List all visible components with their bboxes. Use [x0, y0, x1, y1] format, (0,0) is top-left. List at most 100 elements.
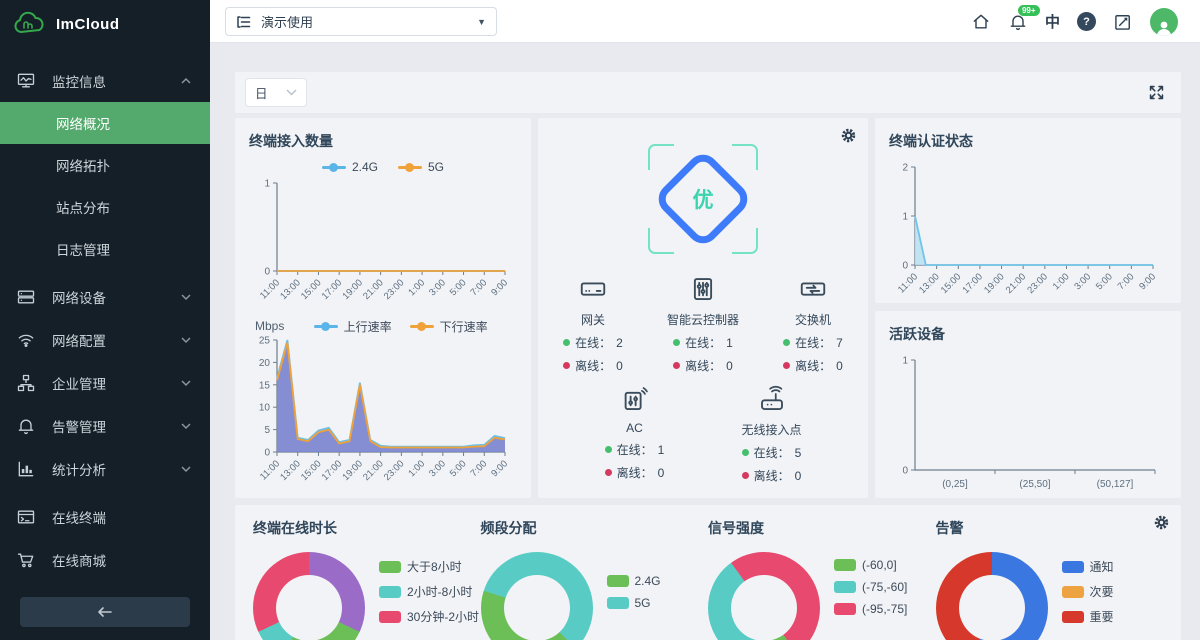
svg-text:13:00: 13:00 — [917, 271, 942, 296]
topbar: 演示使用 ▼ 99+ 中 ? — [210, 0, 1200, 43]
sidebar-item-online-store[interactable]: 在线商城 — [0, 538, 210, 581]
legend-item[interactable]: 30分钟-2小时 — [379, 608, 479, 625]
legend-item-downlink[interactable]: 下行速率 — [410, 318, 488, 335]
scene-selector-dropdown[interactable]: 演示使用 ▼ — [225, 7, 497, 36]
svg-text:2: 2 — [902, 163, 908, 174]
chart-title: 终端认证状态 — [889, 131, 1167, 151]
sidebar-item-alarm-management[interactable]: 告警管理 — [0, 404, 210, 447]
device-cloud-controller: 智能云控制器 在线：1 离线：0 — [648, 274, 758, 374]
legend-item-uplink[interactable]: 上行速率 — [314, 318, 392, 335]
legend-item[interactable]: 2.4G — [607, 574, 661, 588]
sidebar-item-log-management[interactable]: 日志管理 — [0, 228, 210, 270]
ac-icon — [620, 384, 650, 414]
chart-title: 信号强度 — [708, 518, 936, 538]
chevron-down-icon — [180, 463, 192, 475]
legend-item[interactable]: 通知 — [1062, 558, 1114, 575]
svg-text:1: 1 — [902, 212, 908, 223]
gear-icon[interactable] — [1153, 514, 1170, 531]
svg-text:20: 20 — [259, 358, 271, 369]
svg-text:0: 0 — [264, 448, 270, 459]
distribution-card: 终端在线时长 大于8小时 2小时-8小时 30分钟-2小时 频段分配 — [235, 505, 1181, 640]
svg-text:21:00: 21:00 — [361, 458, 386, 483]
health-grade-indicator: 优 — [644, 140, 762, 258]
sidebar-item-enterprise-management[interactable]: 企业管理 — [0, 361, 210, 404]
svg-text:11:00: 11:00 — [258, 458, 282, 482]
signal-strength-donut — [708, 552, 820, 640]
feedback-edit-icon[interactable] — [1113, 12, 1133, 32]
sidebar-collapse-button[interactable] — [20, 597, 190, 627]
help-button[interactable]: ? — [1077, 12, 1096, 31]
svg-text:13:00: 13:00 — [278, 277, 303, 302]
svg-text:10: 10 — [259, 403, 271, 414]
donut-legend: 2.4G 5G — [607, 574, 661, 640]
legend-item-5g[interactable]: 5G — [398, 160, 444, 174]
gear-icon[interactable] — [840, 127, 857, 144]
online-count: 在线：5 — [742, 444, 802, 461]
y-axis-unit: Mbps — [255, 319, 284, 333]
caret-down-icon: ▼ — [477, 17, 486, 27]
svg-text:0: 0 — [902, 466, 908, 477]
notifications-bell[interactable]: 99+ — [1008, 12, 1028, 32]
legend-item[interactable]: 次要 — [1062, 583, 1114, 600]
offline-count: 离线：0 — [605, 464, 665, 481]
sidebar-item-network-topology[interactable]: 网络拓扑 — [0, 144, 210, 186]
svg-text:9:00: 9:00 — [489, 277, 510, 298]
health-grade-text: 优 — [644, 140, 762, 258]
svg-text:19:00: 19:00 — [340, 458, 365, 483]
sidebar-item-monitor-info[interactable]: 监控信息 — [0, 59, 210, 102]
user-avatar[interactable] — [1150, 8, 1178, 36]
device-wireless-ap: 无线接入点 在线：5 离线：0 — [703, 384, 840, 484]
sidebar-menu: 监控信息 网络概况 网络拓扑 站点分布 日志管理 — [0, 59, 210, 581]
svg-text:(25,50]: (25,50] — [1019, 479, 1050, 490]
period-select[interactable]: 日 — [245, 78, 307, 107]
legend-item-24g[interactable]: 2.4G — [322, 160, 378, 174]
sidebar-item-network-overview[interactable]: 网络概况 — [0, 102, 210, 144]
svg-text:15: 15 — [259, 380, 271, 391]
cloud-controller-icon — [688, 274, 718, 304]
device-name: AC — [626, 421, 643, 435]
sidebar-item-statistics[interactable]: 统计分析 — [0, 447, 210, 490]
active-devices-card: 活跃设备 01(0,25](25,50](50,127] — [875, 311, 1181, 498]
legend-item[interactable]: 大于8小时 — [379, 558, 479, 575]
list-icon — [236, 14, 252, 30]
toolbar-card: 日 — [235, 72, 1181, 113]
submenu-label: 站点分布 — [56, 197, 110, 217]
sidebar-item-label: 在线商城 — [52, 550, 106, 570]
chart-title: 终端接入数量 — [249, 131, 517, 151]
sidebar-item-network-devices[interactable]: 网络设备 — [0, 275, 210, 318]
arrow-left-icon — [97, 606, 113, 618]
language-toggle[interactable]: 中 — [1045, 11, 1060, 32]
sidebar-item-online-terminals[interactable]: 在线终端 — [0, 495, 210, 538]
legend-item[interactable]: 5G — [607, 596, 661, 610]
legend-item[interactable]: (-75,-60] — [834, 580, 907, 594]
legend-item[interactable]: 重要 — [1062, 608, 1114, 625]
terminal-icon — [16, 507, 36, 527]
svg-text:3:00: 3:00 — [427, 277, 448, 298]
svg-text:(0,25]: (0,25] — [942, 479, 968, 490]
submenu-label: 网络拓扑 — [56, 155, 110, 175]
bar-chart-icon — [16, 459, 36, 479]
donut-row: 终端在线时长 大于8小时 2小时-8小时 30分钟-2小时 频段分配 — [253, 518, 1163, 640]
svg-text:13:00: 13:00 — [278, 458, 303, 483]
period-value: 日 — [255, 83, 268, 102]
sidebar-item-network-config[interactable]: 网络配置 — [0, 318, 210, 361]
sidebar-item-site-distribution[interactable]: 站点分布 — [0, 186, 210, 228]
chevron-down-icon — [180, 291, 192, 303]
alarm-donut — [936, 552, 1048, 640]
svg-text:19:00: 19:00 — [982, 271, 1007, 296]
svg-text:0: 0 — [902, 261, 908, 272]
online-count: 在线：1 — [673, 334, 733, 351]
home-icon[interactable] — [971, 12, 991, 32]
fullscreen-icon[interactable] — [1148, 84, 1165, 101]
svg-text:1: 1 — [902, 356, 908, 367]
svg-text:3:00: 3:00 — [427, 458, 448, 479]
device-name: 交换机 — [795, 311, 831, 328]
device-status-row-2: AC 在线：1 离线：0 无线接入点 在线：5 离线：0 — [538, 384, 868, 484]
svg-text:17:00: 17:00 — [320, 277, 345, 302]
offline-count: 离线：0 — [563, 357, 623, 374]
device-ac: AC 在线：1 离线：0 — [566, 384, 703, 484]
legend-item[interactable]: (-60,0] — [834, 558, 907, 572]
legend-item[interactable]: (-95,-75] — [834, 602, 907, 616]
svg-text:5:00: 5:00 — [448, 458, 469, 479]
legend-item[interactable]: 2小时-8小时 — [379, 583, 479, 600]
